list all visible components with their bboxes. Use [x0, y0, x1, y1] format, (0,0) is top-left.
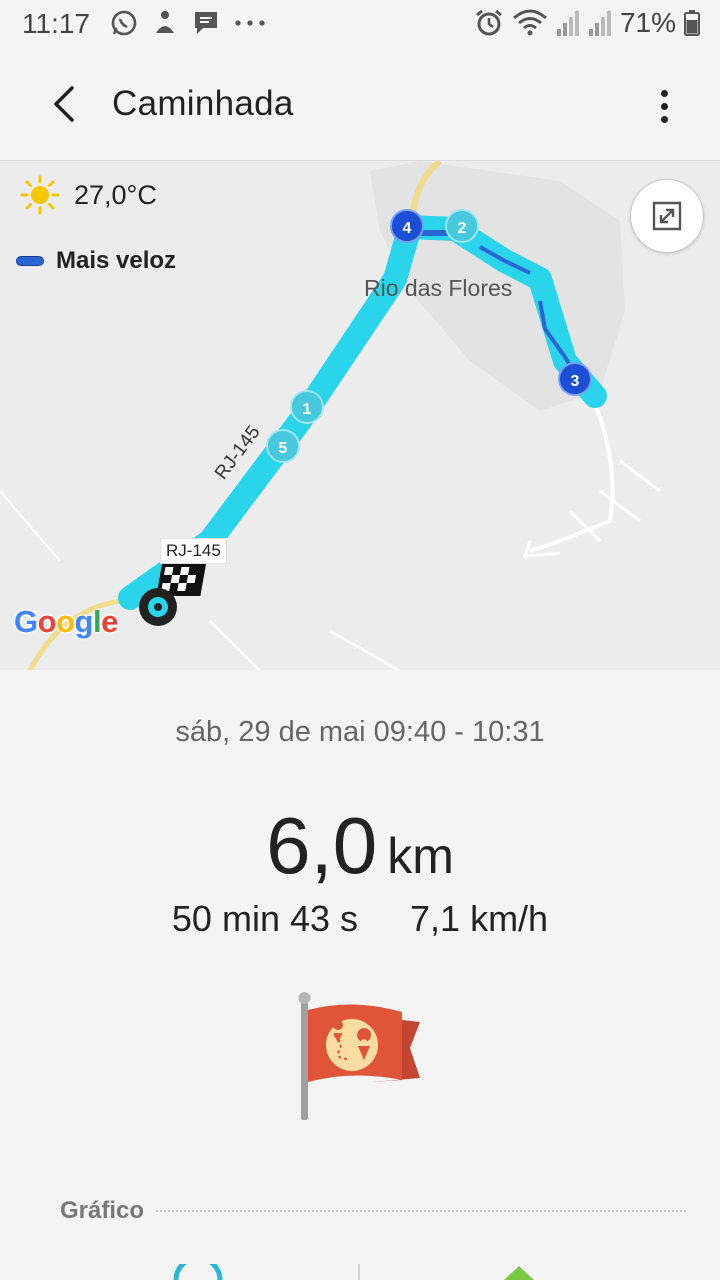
status-time: 11:17 — [22, 8, 90, 39]
elevation-icon — [504, 1266, 534, 1280]
route-flag-badge — [292, 990, 427, 1130]
km-marker-3-label: 3 — [571, 373, 580, 390]
page-title: Caminhada — [112, 84, 294, 123]
chart-section-title: Gráfico — [60, 1197, 145, 1224]
app-bar: Caminhada — [0, 48, 720, 160]
km-marker-5-label: 5 — [279, 440, 288, 457]
map-canvas: 1 5 2 4 3 — [0, 161, 661, 670]
distance-display: 6,0 km — [0, 800, 720, 892]
workout-stats: 50 min 43 s 7,1 km/h — [0, 898, 720, 940]
battery-percent: 71% — [619, 7, 676, 38]
map-legend: Mais veloz — [16, 247, 176, 275]
message-icon — [195, 12, 217, 34]
google-logo: Google — [14, 604, 118, 639]
route-map[interactable]: 1 5 2 4 3 27,0°C Mais veloz Rio das Flor… — [0, 160, 720, 670]
place-label: Rio das Flores — [364, 275, 513, 301]
legend-line-icon — [16, 256, 44, 266]
alarm-icon — [476, 9, 502, 36]
battery-icon — [684, 10, 700, 36]
timer-icon — [173, 1264, 223, 1280]
expand-icon — [652, 201, 682, 231]
expand-map-button[interactable] — [630, 179, 704, 253]
more-options-button[interactable] — [648, 82, 680, 130]
whatsapp-icon — [111, 10, 137, 36]
duration-value: 50 min 43 s — [171, 898, 359, 939]
km-marker-4-label: 4 — [403, 220, 412, 237]
chart-section-header: Gráfico — [60, 1194, 686, 1228]
arrow-left-icon — [54, 86, 74, 122]
bottom-icons-row — [0, 1258, 720, 1280]
wifi-icon — [512, 9, 547, 36]
route-flag-icon — [298, 992, 420, 1120]
signal-icon-2 — [588, 11, 611, 36]
signal-icon — [556, 11, 579, 36]
more-vertical-icon — [660, 89, 668, 97]
distance-unit: km — [387, 828, 454, 884]
workout-datetime: sáb, 29 de mai 09:40 - 10:31 — [175, 716, 545, 748]
start-marker-icon — [139, 588, 177, 626]
road-sign: RJ-145 — [160, 538, 227, 564]
back-button[interactable] — [38, 78, 90, 130]
legend-label: Mais veloz — [56, 247, 177, 274]
divider — [358, 1264, 360, 1280]
section-divider — [156, 1210, 686, 1212]
notification-icon — [156, 11, 174, 33]
status-right: 71% — [474, 7, 700, 38]
speed-value: 7,1 km/h — [410, 898, 549, 939]
km-marker-2-label: 2 — [458, 220, 467, 237]
status-left-icons — [110, 8, 266, 38]
weather-info: 27,0°C — [20, 175, 157, 215]
sun-icon — [20, 175, 60, 215]
km-marker-1-label: 1 — [303, 401, 312, 418]
more-notifications-icon — [235, 20, 265, 26]
status-bar: 11:17 71% — [0, 0, 720, 48]
temperature: 27,0°C — [74, 179, 157, 210]
distance-value: 6,0 — [266, 801, 378, 890]
